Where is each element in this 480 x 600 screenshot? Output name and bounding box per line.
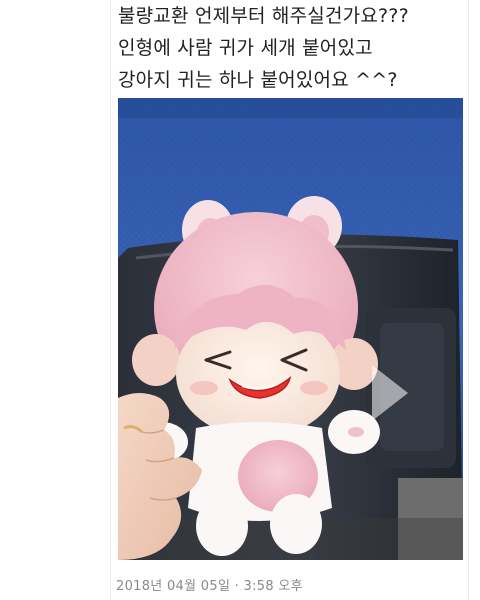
post-text-line-2: 인형에 사람 귀가 세개 붙어있고	[118, 37, 373, 59]
right-divider	[468, 0, 469, 600]
play-icon[interactable]	[368, 361, 412, 425]
post-text-line-1: 불량교환 언제부터 해주실건가요???	[118, 5, 409, 27]
post-text: 불량교환 언제부터 해주실건가요??? 인형에 사람 귀가 세개 붙어있고 강아…	[118, 0, 468, 96]
post-video-thumbnail[interactable]	[118, 98, 463, 560]
post-timestamp: 2018년 04월 05일 · 3:58 오후	[116, 579, 303, 594]
plush-doll-photo	[118, 98, 463, 560]
left-divider	[110, 0, 111, 600]
post-text-line-3: 강아지 귀는 하나 붙어있어요 ^^?	[118, 69, 398, 91]
